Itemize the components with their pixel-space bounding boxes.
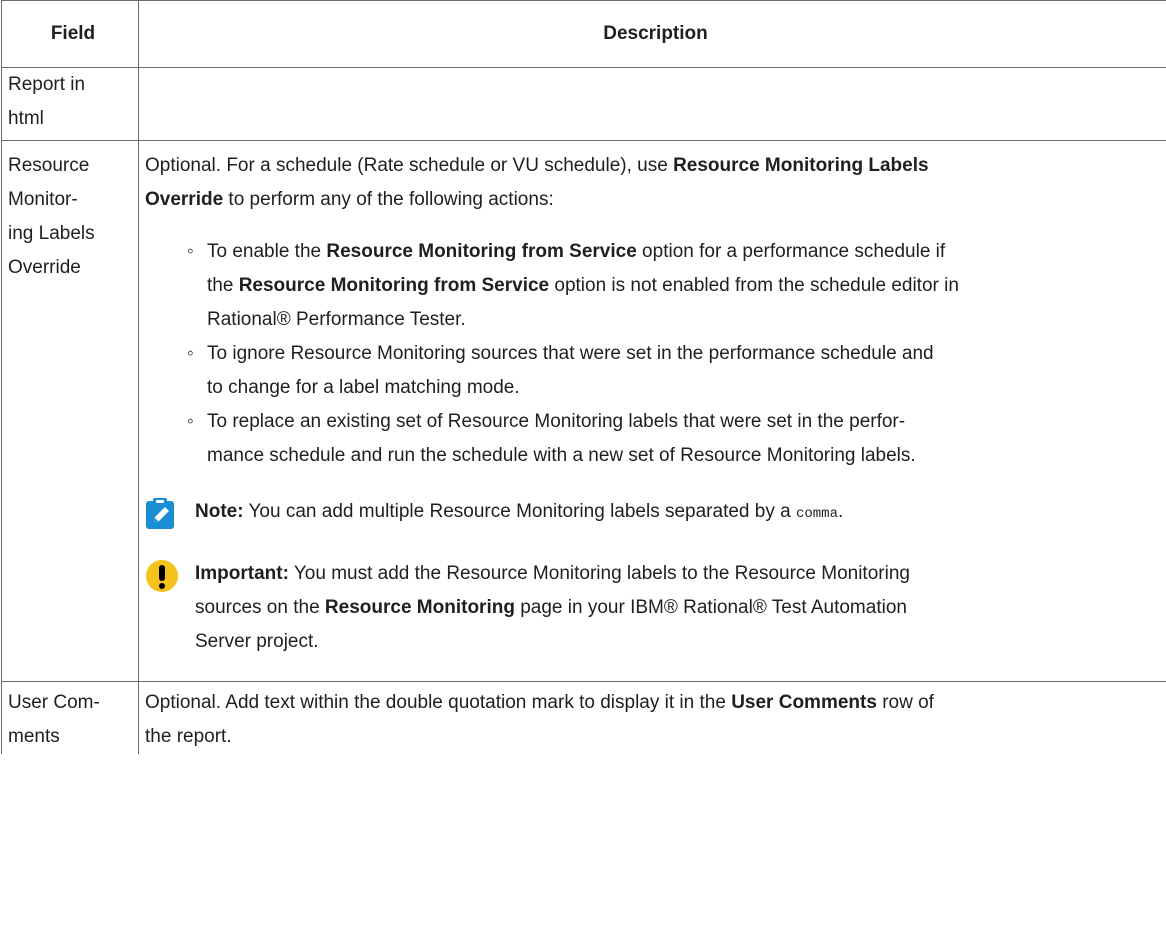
table-row-report-in-html: Report in html — [1, 67, 1166, 141]
text: Rational® Performance Tester. — [207, 309, 466, 330]
important-label: Important: — [195, 563, 289, 584]
text: To replace an existing set of Resource M… — [207, 411, 906, 432]
text: You can add multiple Resource Monitoring… — [243, 501, 796, 522]
description-cell: Optional. For a schedule (Rate schedule … — [138, 140, 1166, 682]
text: mance schedule and run the schedule with… — [207, 445, 916, 466]
pencil-note-icon — [145, 497, 179, 531]
field-name-line: User Com- — [8, 692, 100, 713]
field-name-line: html — [8, 108, 44, 129]
text: To ignore Resource Monitoring sources th… — [207, 343, 934, 364]
actions-list: ◦ To enable the Resource Monitoring from… — [145, 235, 1166, 473]
text: Optional. For a schedule (Rate schedule … — [145, 155, 674, 176]
field-name-line: ments — [8, 726, 60, 747]
text: the report. — [145, 726, 232, 747]
intro-paragraph: Optional. For a schedule (Rate schedule … — [145, 149, 1166, 217]
note-callout: Note: You can add multiple Resource Moni… — [145, 495, 1166, 531]
field-name-line: Report in — [8, 74, 86, 95]
text: You must add the Resource Monitoring lab… — [288, 563, 910, 584]
fields-table: Field Description Report in html Resourc… — [1, 0, 1166, 754]
column-header-description: Description — [138, 0, 1166, 68]
bold-term: Override — [145, 189, 224, 210]
important-callout: Important: You must add the Resource Mon… — [145, 557, 1166, 659]
bullet-icon: ◦ — [187, 343, 194, 364]
code-text: comma — [795, 506, 838, 522]
text: option for a performance schedule if — [636, 241, 946, 262]
text: Optional. Add text within the double quo… — [145, 692, 732, 713]
text: To enable the — [207, 241, 327, 262]
bold-term: Resource Monitoring from Service — [326, 241, 637, 262]
bullet-icon: ◦ — [187, 241, 194, 262]
field-name-line: Override — [8, 257, 81, 278]
text: option is not enabled from the schedule … — [549, 275, 959, 296]
field-cell: User Com- ments — [1, 681, 139, 754]
bold-term: Resource Monitoring Labels — [673, 155, 929, 176]
note-label: Note: — [195, 501, 244, 522]
text: the — [207, 275, 239, 296]
list-item: ◦ To enable the Resource Monitoring from… — [187, 235, 1166, 337]
text: to change for a label matching mode. — [207, 377, 520, 398]
text: . — [837, 501, 844, 522]
field-name-line: ing Labels — [8, 223, 95, 244]
description-cell: Optional. Add text within the double quo… — [138, 681, 1166, 754]
table-row-resource-monitoring-labels-override: Resource Monitor- ing Labels Override Op… — [1, 140, 1166, 682]
exclamation-icon — [145, 559, 179, 593]
list-item: ◦ To ignore Resource Monitoring sources … — [187, 337, 1166, 405]
table-header-row: Field Description — [1, 0, 1166, 68]
field-name-line: Monitor- — [8, 189, 78, 210]
bold-term: User Comments — [731, 692, 877, 713]
field-cell: Report in html — [1, 67, 139, 141]
bold-term: Resource Monitoring from Service — [238, 275, 550, 296]
text: Server project. — [195, 631, 319, 652]
description-cell — [138, 67, 1166, 141]
list-item: ◦ To replace an existing set of Resource… — [187, 405, 1166, 473]
text: row of — [876, 692, 934, 713]
field-cell: Resource Monitor- ing Labels Override — [1, 140, 139, 682]
text: to perform any of the following actions: — [223, 189, 554, 210]
bullet-icon: ◦ — [187, 411, 194, 432]
text: page in your IBM® Rational® Test Automat… — [514, 597, 907, 618]
table-row-user-comments: User Com- ments Optional. Add text withi… — [1, 681, 1166, 754]
text: sources on the — [195, 597, 325, 618]
column-header-field: Field — [1, 0, 139, 68]
bold-term: Resource Monitoring — [324, 597, 515, 618]
field-name-line: Resource — [8, 155, 90, 176]
